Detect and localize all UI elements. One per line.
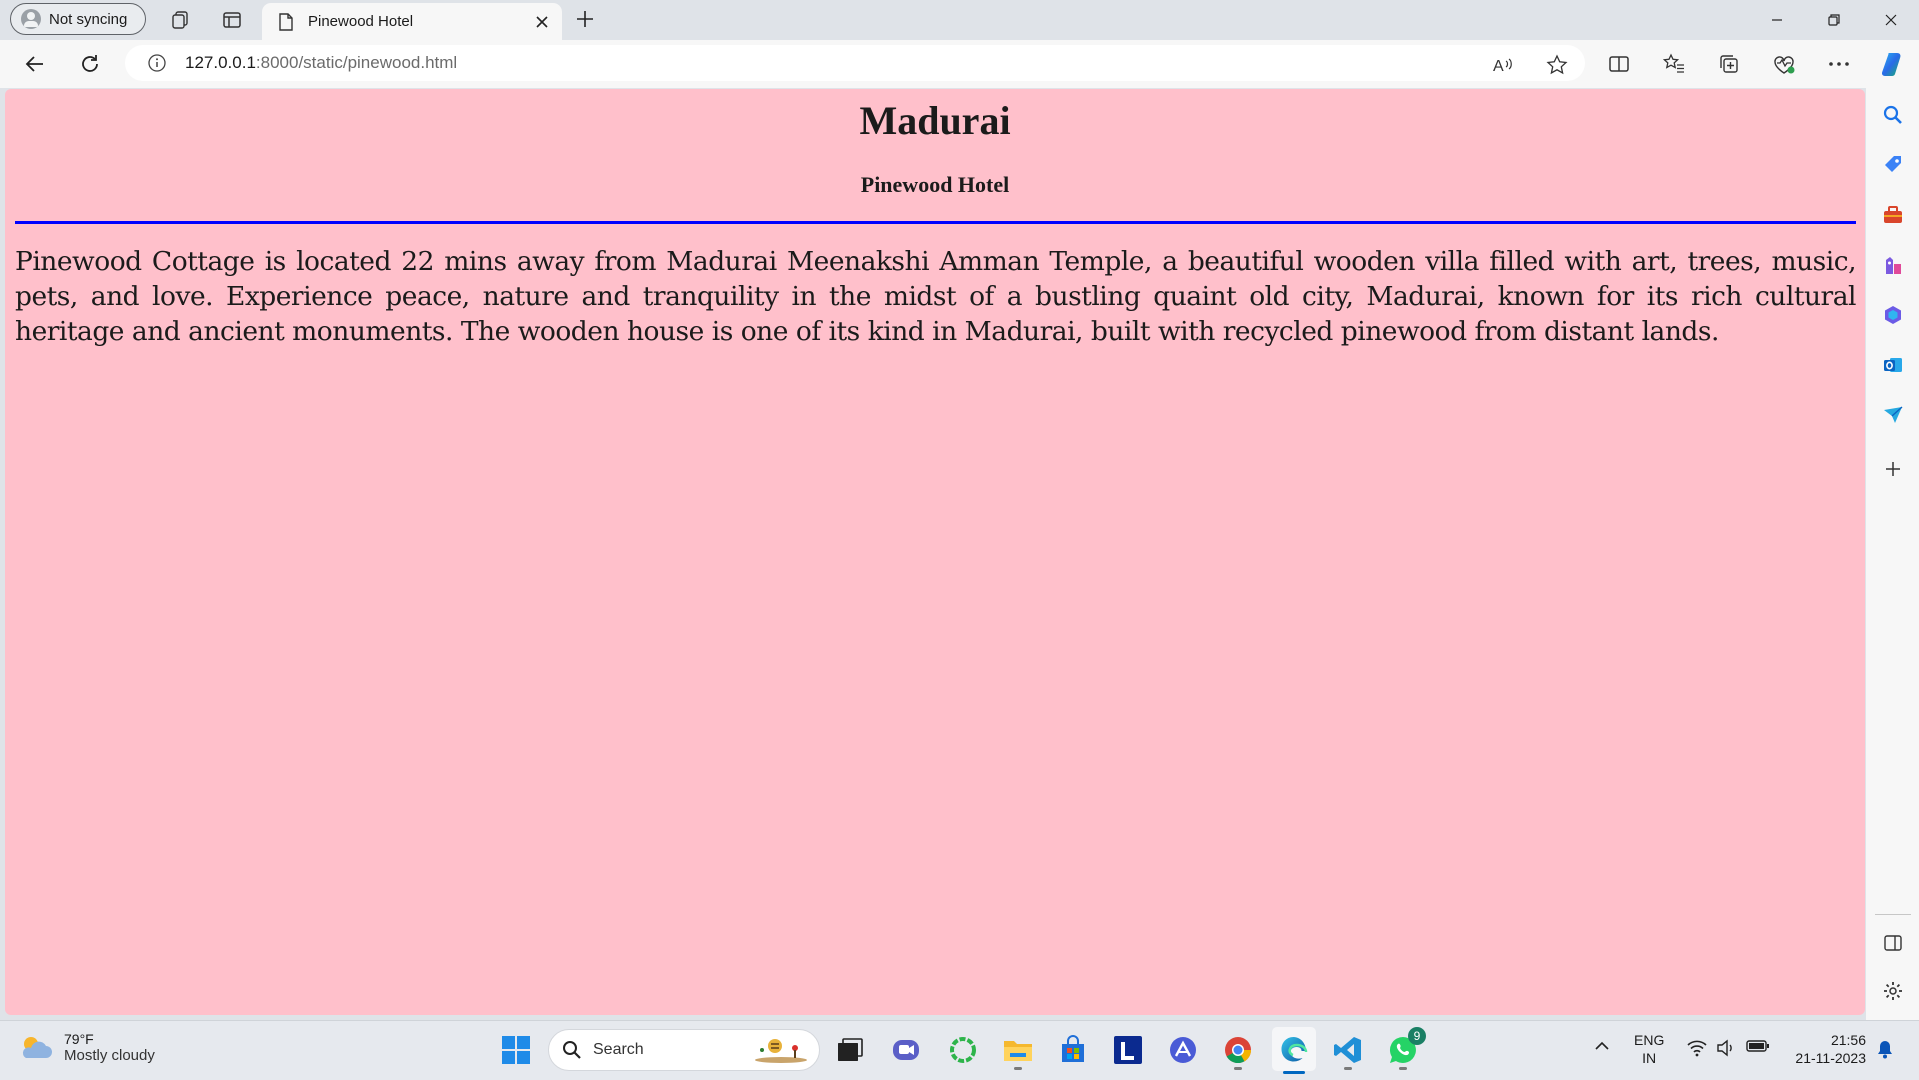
system-clock[interactable]: 21:56 21-11-2023 xyxy=(1786,1031,1866,1067)
weather-widget[interactable]: 79°F Mostly cloudy xyxy=(18,1031,155,1064)
favorite-star-icon[interactable] xyxy=(1545,53,1569,77)
chevron-up-icon[interactable] xyxy=(1594,1041,1610,1051)
back-icon[interactable] xyxy=(20,49,50,79)
store-icon[interactable] xyxy=(1056,1033,1090,1067)
search-label: Search xyxy=(593,1041,644,1058)
avatar-icon xyxy=(21,9,41,29)
more-icon[interactable] xyxy=(1827,52,1851,76)
teams-icon[interactable] xyxy=(889,1033,923,1067)
info-icon[interactable] xyxy=(147,53,167,73)
vscode-icon[interactable] xyxy=(1331,1033,1365,1070)
sidebar-toggle-icon[interactable] xyxy=(1880,930,1906,956)
url-host: 127.0.0.1 xyxy=(185,53,256,72)
vpn-app-icon[interactable] xyxy=(1166,1033,1200,1067)
tab-pinewood-hotel[interactable]: Pinewood Hotel xyxy=(262,3,562,40)
minimize-icon[interactable] xyxy=(1749,0,1805,40)
weather-condition: Mostly cloudy xyxy=(64,1047,155,1064)
running-indicator xyxy=(1234,1067,1242,1070)
language-secondary: IN xyxy=(1642,1050,1657,1066)
profile-button[interactable]: Not syncing xyxy=(10,3,146,35)
close-icon[interactable] xyxy=(528,8,556,36)
description-paragraph: Pinewood Cottage is located 22 mins away… xyxy=(15,246,1857,347)
profile-label: Not syncing xyxy=(49,10,128,28)
send-icon[interactable] xyxy=(1880,402,1906,428)
refresh-icon[interactable] xyxy=(75,49,105,79)
copilot-icon[interactable] xyxy=(1879,50,1907,78)
svg-text:A: A xyxy=(1493,58,1504,75)
title-bar: Not syncing Pinewood Hotel xyxy=(0,0,1919,40)
games-icon[interactable] xyxy=(1880,252,1906,278)
address-bar[interactable]: 127.0.0.1:8000/static/pinewood.html A xyxy=(125,45,1585,81)
outlook-icon[interactable] xyxy=(1880,352,1906,378)
window-close-icon[interactable] xyxy=(1863,0,1919,40)
tab-title: Pinewood Hotel xyxy=(308,13,414,30)
add-icon[interactable] xyxy=(1880,456,1906,482)
collections-icon[interactable] xyxy=(1717,52,1741,76)
split-screen-icon[interactable] xyxy=(1607,52,1631,76)
restore-icon[interactable] xyxy=(1806,0,1862,40)
whatsapp-notification-badge: 9 xyxy=(1408,1027,1426,1045)
chrome-icon[interactable] xyxy=(1221,1033,1255,1070)
edge-sidebar xyxy=(1866,88,1919,1020)
running-indicator xyxy=(1344,1067,1352,1070)
volume-icon[interactable] xyxy=(1716,1039,1736,1057)
language-indicator[interactable]: ENG IN xyxy=(1634,1031,1664,1067)
vertical-tabs-icon[interactable] xyxy=(220,8,244,32)
favorites-icon[interactable] xyxy=(1662,52,1686,76)
wifi-icon[interactable] xyxy=(1686,1039,1708,1057)
l-app-icon[interactable] xyxy=(1111,1033,1145,1067)
edge-icon[interactable] xyxy=(1272,1027,1316,1074)
page-viewport: Madurai Pinewood Hotel Pinewood Cottage … xyxy=(5,89,1865,1015)
weather-icon xyxy=(18,1032,54,1064)
settings-icon[interactable] xyxy=(1880,978,1906,1004)
page-icon xyxy=(278,12,294,31)
workspaces-icon[interactable] xyxy=(168,8,192,32)
windows-start-icon[interactable] xyxy=(499,1033,533,1067)
divider xyxy=(15,221,1856,224)
shopping-icon[interactable] xyxy=(1880,152,1906,178)
clock-date: 21-11-2023 xyxy=(1795,1050,1866,1066)
search-icon xyxy=(561,1039,583,1061)
running-indicator xyxy=(1399,1067,1407,1070)
running-indicator xyxy=(1014,1067,1022,1070)
sidebar-separator xyxy=(1875,914,1911,915)
battery-icon[interactable] xyxy=(1746,1039,1770,1053)
copilot-ring-icon[interactable] xyxy=(946,1033,980,1067)
taskbar-search[interactable]: Search xyxy=(548,1029,820,1071)
tools-icon[interactable] xyxy=(1880,202,1906,228)
clock-time: 21:56 xyxy=(1830,1032,1866,1048)
page-subtitle: Pinewood Hotel xyxy=(860,172,1010,197)
new-tab-icon[interactable] xyxy=(570,4,600,34)
language-primary: ENG xyxy=(1634,1032,1665,1048)
read-aloud-icon[interactable]: A xyxy=(1491,53,1515,77)
search-icon[interactable] xyxy=(1880,102,1906,128)
microsoft-365-icon[interactable] xyxy=(1880,302,1906,328)
file-explorer-icon[interactable] xyxy=(1001,1033,1035,1070)
notification-bell-icon[interactable] xyxy=(1876,1039,1894,1059)
url-path: :8000/static/pinewood.html xyxy=(255,53,458,72)
browser-essentials-icon[interactable] xyxy=(1772,52,1796,76)
task-view-icon[interactable] xyxy=(833,1033,867,1067)
windows-taskbar: 79°F Mostly cloudy Search 9 ENG IN 21:56… xyxy=(0,1020,1919,1080)
weather-temperature: 79°F xyxy=(64,1031,94,1047)
active-indicator xyxy=(1283,1071,1305,1074)
page-title: Madurai xyxy=(859,98,1011,143)
search-highlight-icon xyxy=(753,1036,809,1064)
browser-toolbar: 127.0.0.1:8000/static/pinewood.html A xyxy=(0,40,1919,88)
